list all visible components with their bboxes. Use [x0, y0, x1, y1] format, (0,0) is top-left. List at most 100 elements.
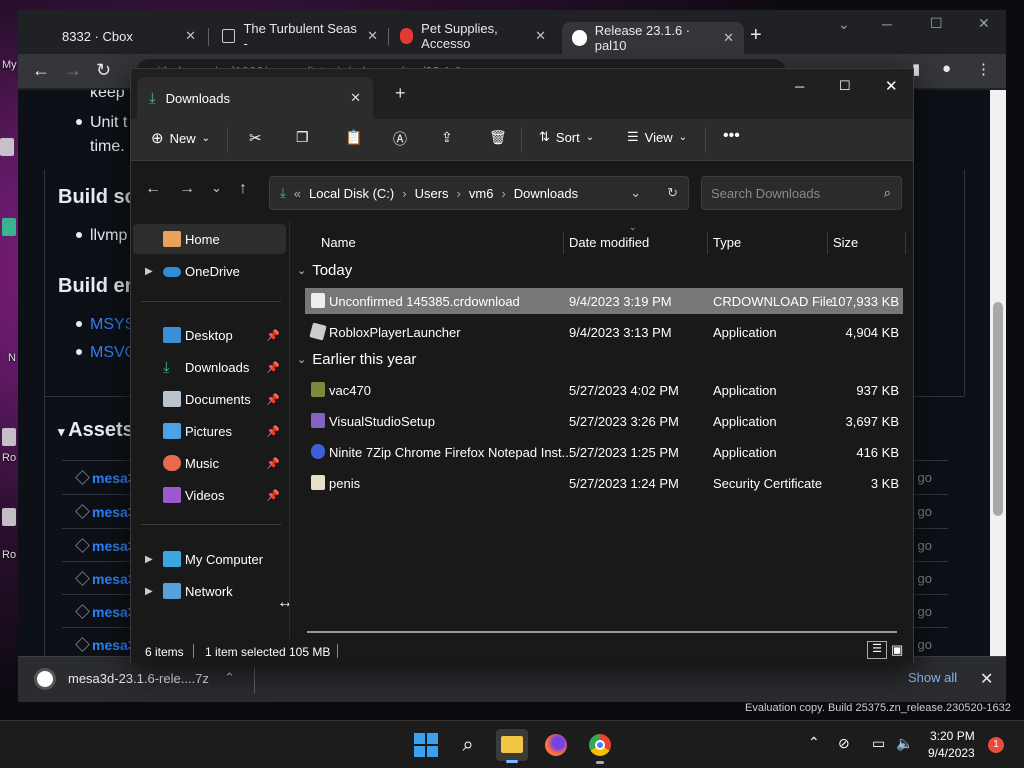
forward-icon[interactable]: →	[64, 60, 82, 81]
chevron-right-icon[interactable]: ▶	[145, 266, 153, 277]
file-explorer-icon[interactable]	[496, 729, 528, 763]
search-icon[interactable]: ⌕	[452, 729, 484, 761]
pin-icon[interactable]: 📌	[266, 329, 280, 342]
desktop-icon[interactable]	[2, 428, 16, 446]
page-scrollbar[interactable]	[990, 90, 1006, 656]
profile-icon[interactable]: ●	[942, 60, 951, 77]
close-button[interactable]: ✕	[978, 15, 990, 32]
nav-item-my-computer[interactable]: ▶ My Computer	[133, 544, 286, 574]
chrome-icon[interactable]	[584, 729, 616, 764]
tiles-view-icon[interactable]: ▣	[891, 642, 903, 658]
sort-button[interactable]: ⇅ Sort ⌄	[539, 129, 594, 145]
details-view-icon[interactable]: ☰	[867, 641, 887, 659]
horizontal-scrollbar[interactable]	[307, 631, 897, 633]
file-row[interactable]: VisualStudioSetup 5/27/2023 3:26 PM Appl…	[305, 408, 903, 434]
column-header-size[interactable]: Size	[833, 226, 858, 258]
download-filename[interactable]: mesa3d-23.1.6-rele....7z	[68, 671, 209, 686]
browser-tab[interactable]: 8332 · Cbox ✕	[26, 24, 206, 48]
new-button[interactable]: ⊕ New ⌄	[151, 129, 210, 147]
clock-date[interactable]: 9/4/2023	[928, 746, 975, 760]
column-header-name[interactable]: Name	[321, 226, 356, 258]
search-input[interactable]: Search Downloads ⌕	[701, 176, 902, 210]
chevron-right-icon[interactable]: ▶	[145, 554, 153, 565]
gh-link[interactable]: MSYS	[90, 316, 135, 334]
nav-item-pictures[interactable]: Pictures 📌	[133, 416, 286, 446]
nav-item-desktop[interactable]: Desktop 📌	[133, 320, 286, 350]
tab-search-icon[interactable]: ⌄	[838, 16, 850, 33]
group-header[interactable]: ⌄ Today	[297, 262, 352, 279]
breadcrumb-item[interactable]: Users	[415, 186, 449, 201]
delete-icon[interactable]: 🗑	[489, 129, 507, 146]
show-all-button[interactable]: Show all	[908, 670, 957, 685]
recent-locations-icon[interactable]: ⌄	[211, 180, 222, 196]
close-button[interactable]: ✕	[885, 77, 898, 95]
pin-icon[interactable]: 📌	[266, 489, 280, 502]
cut-icon[interactable]: ✂	[249, 129, 262, 147]
close-icon[interactable]: ✕	[185, 28, 196, 44]
back-icon[interactable]: ←	[32, 60, 50, 81]
chevron-up-icon[interactable]: ⌃	[224, 670, 235, 686]
view-button[interactable]: ☰ View ⌄	[627, 129, 687, 145]
display-icon[interactable]: ▭	[872, 735, 885, 752]
close-shelf-icon[interactable]: ✕	[980, 669, 993, 689]
file-row[interactable]: Ninite 7Zip Chrome Firefox Notepad Inst.…	[305, 439, 903, 465]
more-options-icon[interactable]: •••	[723, 127, 740, 145]
chevron-right-icon[interactable]: ▶	[145, 586, 153, 597]
address-bar[interactable]: ⤓ « Local Disk (C:) › Users › vm6 › Down…	[269, 176, 689, 210]
breadcrumb-item[interactable]: Local Disk (C:)	[309, 186, 394, 201]
breadcrumb-item[interactable]: Downloads	[514, 186, 578, 201]
pin-icon[interactable]: 📌	[266, 425, 280, 438]
browser-tab[interactable]: The Turbulent Seas - ✕	[212, 21, 388, 51]
pin-icon[interactable]: 📌	[266, 393, 280, 406]
scrollbar-thumb[interactable]	[993, 302, 1003, 516]
pin-icon[interactable]: 📌	[266, 457, 280, 470]
browser-tab-active[interactable]: Release 23.1.6 · pal10 ✕	[562, 22, 744, 54]
file-row[interactable]: RobloxPlayerLauncher 9/4/2023 3:13 PM Ap…	[305, 319, 903, 345]
back-icon[interactable]: ←	[145, 180, 161, 198]
close-icon[interactable]: ✕	[723, 30, 734, 46]
pin-icon[interactable]: 📌	[266, 361, 280, 374]
column-header-type[interactable]: Type	[713, 226, 741, 258]
nav-item-music[interactable]: Music 📌	[133, 448, 286, 478]
desktop-icon[interactable]	[2, 508, 16, 526]
browser-tab[interactable]: Pet Supplies, Accesso ✕	[390, 21, 556, 51]
nav-item-network[interactable]: ▶ Network	[133, 576, 286, 606]
share-icon[interactable]: ⇪	[441, 129, 453, 146]
nav-item-documents[interactable]: Documents 📌	[133, 384, 286, 414]
notification-badge[interactable]: 1	[988, 737, 1004, 753]
new-tab-button[interactable]: +	[750, 24, 762, 47]
menu-icon[interactable]: ⋮	[976, 60, 991, 78]
close-tab-icon[interactable]: ✕	[350, 90, 361, 106]
maximize-button[interactable]: ☐	[839, 78, 851, 94]
file-row[interactable]: vac470 5/27/2023 4:02 PM Application 937…	[305, 377, 903, 403]
start-icon[interactable]	[410, 729, 442, 761]
volume-icon[interactable]: 🔈	[896, 735, 913, 752]
minimize-button[interactable]: ─	[882, 16, 892, 32]
explorer-tab[interactable]: ⤓ Downloads ✕	[137, 77, 373, 119]
overflow-chevron-icon[interactable]: «	[294, 186, 301, 201]
rename-icon[interactable]: Ⓐ	[393, 129, 407, 149]
desktop-icon[interactable]	[0, 138, 14, 156]
file-row[interactable]: penis 5/27/2023 1:24 PM Security Certifi…	[305, 470, 903, 496]
new-tab-button[interactable]: +	[395, 83, 406, 104]
nav-item-onedrive[interactable]: ▶ OneDrive	[133, 256, 286, 286]
forward-icon[interactable]: →	[179, 180, 195, 198]
nav-item-downloads[interactable]: ⤓ Downloads 📌	[133, 352, 286, 382]
breadcrumb-item[interactable]: vm6	[469, 186, 494, 201]
refresh-icon[interactable]: ↻	[667, 185, 678, 201]
network-off-icon[interactable]: ⊘	[838, 735, 850, 752]
copy-icon[interactable]: ❐	[296, 129, 309, 146]
group-header[interactable]: ⌄ Earlier this year	[297, 351, 416, 368]
nav-item-videos[interactable]: Videos 📌	[133, 480, 286, 510]
tray-overflow-icon[interactable]: ⌃	[808, 734, 820, 751]
nav-item-home[interactable]: Home	[133, 224, 286, 254]
desktop-icon[interactable]	[2, 218, 16, 236]
maximize-button[interactable]: ☐	[930, 15, 943, 32]
reload-icon[interactable]: ↻	[96, 60, 111, 81]
clock-time[interactable]: 3:20 PM	[930, 729, 975, 743]
file-row[interactable]: Unconfirmed 145385.crdownload 9/4/2023 3…	[305, 288, 903, 314]
address-dropdown-icon[interactable]: ⌄	[630, 185, 641, 201]
assets-heading[interactable]: ▾ Assets	[58, 419, 134, 442]
minimize-button[interactable]: ─	[795, 79, 804, 94]
up-icon[interactable]: ↑	[239, 180, 247, 198]
